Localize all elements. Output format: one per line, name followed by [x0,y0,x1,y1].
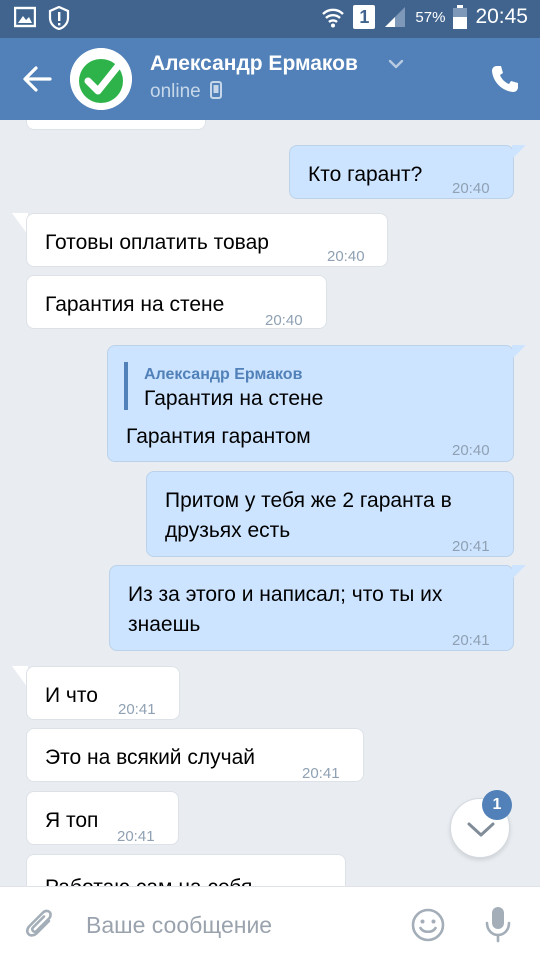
message-text: Готовы оплатить товар [45,231,269,254]
wifi-icon [322,8,345,28]
message-text: Работаю сам на себя [45,873,252,886]
bubble-tail [512,145,526,159]
message-bubble-outgoing[interactable]: Из за этого и написал; что ты их знаешь … [109,565,514,651]
message-list[interactable]: Кто гарант? 20:40 Готовы оплатить товар … [0,120,540,886]
message-bubble-outgoing-reply[interactable]: Александр Ермаков Гарантия на стене Гара… [107,345,514,462]
message-text: Из за этого и написал; что ты их знаешь [128,583,443,636]
message-input[interactable] [86,907,376,943]
mobile-device-icon [210,81,222,99]
bubble-tail [512,345,526,359]
message-composer [0,886,540,960]
message-bubble-incoming[interactable]: Это на всякий случай 20:41 [26,728,364,782]
chat-header: Александр Ермаков online [0,38,540,120]
message-text: И что [45,684,98,707]
unread-count-badge: 1 [482,790,512,820]
message-text: Гарантия на стене [45,293,225,316]
status-bar: 1 57% 20:45 [0,0,540,38]
back-arrow-icon[interactable] [20,62,54,96]
contact-status: online [150,81,222,103]
microphone-icon[interactable] [482,905,514,943]
gallery-icon [14,6,36,28]
message-bubble-incoming[interactable]: И что 20:41 [26,666,180,720]
avatar[interactable] [70,48,132,110]
paperclip-icon[interactable] [24,907,58,941]
message-time: 20:41 [452,538,490,555]
message-bubble-incoming[interactable]: Гарантия на стене 20:40 [26,275,327,329]
message-bubble-incoming[interactable] [26,120,206,130]
battery-icon [453,5,468,29]
clock: 20:45 [475,5,528,28]
phone-icon[interactable] [490,64,520,94]
bubble-tail [512,565,526,579]
message-time: 20:40 [265,312,303,329]
signal-icon [385,7,406,27]
reply-quoted-text: Гарантия на стене [144,387,324,410]
message-time: 20:41 [302,765,340,782]
message-time: 20:40 [452,180,490,197]
reply-quote-bar [124,362,128,410]
message-time: 20:41 [452,632,490,649]
message-bubble-incoming[interactable]: Готовы оплатить товар 20:40 [26,213,388,267]
chevron-down-icon[interactable] [388,58,404,70]
battery-percent: 57% [415,8,446,26]
message-text: Гарантия гарантом [126,425,311,448]
message-bubble-incoming[interactable]: Работаю сам на себя [26,854,346,886]
alert-icon [48,6,70,30]
message-text: Кто гарант? [308,163,423,186]
message-text: Я топ [45,809,99,832]
message-bubble-outgoing[interactable]: Кто гарант? 20:40 [289,145,514,199]
message-time: 20:40 [452,442,490,459]
message-bubble-incoming[interactable]: Я топ 20:41 [26,791,179,845]
emoji-icon[interactable] [410,907,446,943]
message-time: 20:41 [118,701,156,718]
checkmark-badge-icon [70,48,132,110]
sim-icon: 1 [353,5,376,29]
message-text: Это на всякий случай [45,746,255,769]
message-time: 20:41 [117,828,155,845]
contact-name[interactable]: Александр Ермаков [150,52,358,76]
message-time: 20:40 [327,248,365,265]
message-bubble-outgoing[interactable]: Притом у тебя же 2 гаранта в друзьях ест… [146,471,514,557]
